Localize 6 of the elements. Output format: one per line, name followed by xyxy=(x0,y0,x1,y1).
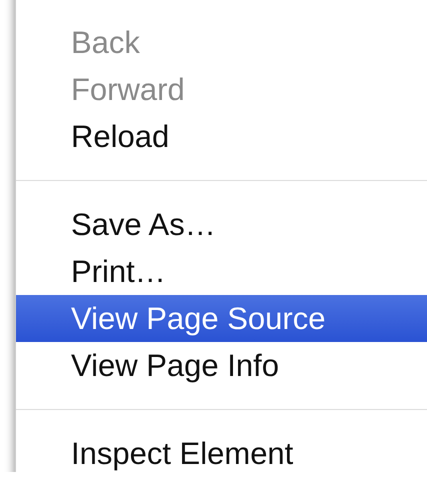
menu-item[interactable]: Print… xyxy=(16,248,427,295)
menu-item[interactable]: View Page Info xyxy=(16,342,427,389)
menu-item[interactable]: Reload xyxy=(16,113,427,160)
menu-item[interactable]: Save As… xyxy=(16,201,427,248)
menu-item[interactable]: Inspect Element xyxy=(16,430,427,472)
menu-item[interactable]: View Page Source xyxy=(16,295,427,342)
